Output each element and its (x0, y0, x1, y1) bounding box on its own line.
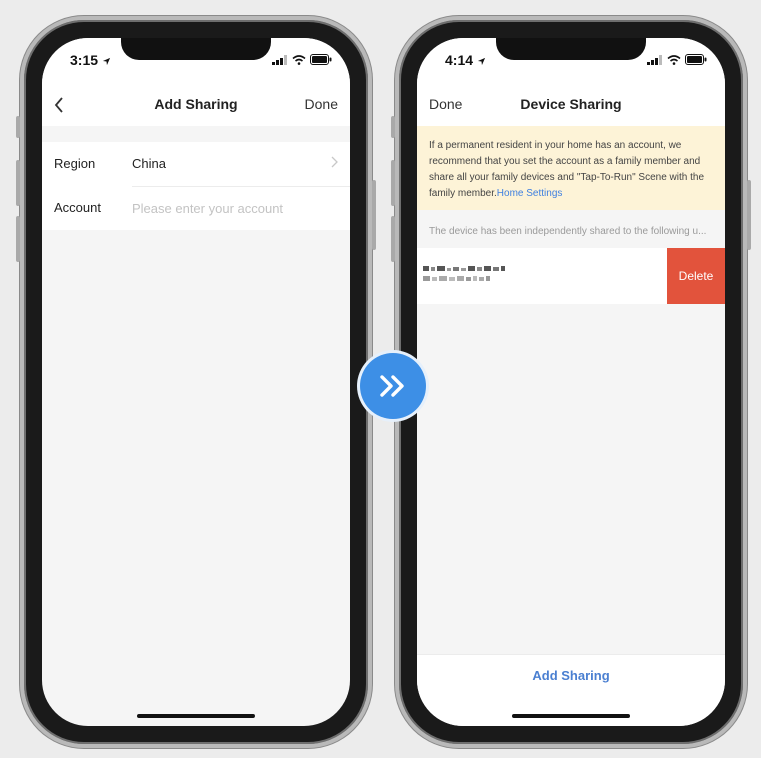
notice-text: If a permanent resident in your home has… (429, 140, 705, 199)
volume-down-button (391, 216, 395, 262)
volume-down-button (16, 216, 20, 262)
status-icons (647, 52, 707, 70)
wifi-icon (667, 52, 681, 70)
double-chevron-right-icon (360, 353, 426, 419)
status-icons (272, 52, 332, 70)
region-label: Region (54, 156, 96, 171)
region-row[interactable]: Region China (42, 142, 350, 186)
region-value: China (132, 156, 166, 171)
wifi-icon (292, 52, 306, 70)
signal-icon (647, 52, 663, 70)
power-button (747, 180, 751, 250)
account-label: Account (54, 200, 101, 215)
sharing-form: Region China Account (42, 142, 350, 230)
add-sharing-button[interactable]: Add Sharing (417, 668, 725, 683)
chevron-right-icon (331, 155, 338, 173)
battery-icon (310, 52, 332, 70)
page-title: Device Sharing (520, 96, 622, 112)
family-member-notice: If a permanent resident in your home has… (417, 126, 725, 210)
volume-up-button (391, 160, 395, 206)
volume-up-button (16, 160, 20, 206)
home-indicator (512, 714, 630, 718)
done-button[interactable]: Done (305, 96, 338, 112)
nav-bar: Done Device Sharing (417, 84, 725, 126)
notch (121, 38, 271, 60)
power-button (372, 180, 376, 250)
account-input[interactable] (132, 196, 350, 220)
location-arrow-icon (102, 53, 111, 71)
mute-switch (16, 116, 20, 138)
mute-switch (391, 116, 395, 138)
home-settings-link[interactable]: Home Settings (497, 188, 563, 199)
phone-frame-left: 3:15 Add Sharing Done Region China Accou… (16, 16, 376, 748)
screen-device-sharing: 4:14 Done Device Sharing If a permanent … (417, 38, 725, 726)
phone-frame-right: 4:14 Done Device Sharing If a permanent … (391, 16, 751, 748)
battery-icon (685, 52, 707, 70)
shared-user-row[interactable]: Delete (417, 248, 725, 304)
notch (496, 38, 646, 60)
home-indicator (137, 714, 255, 718)
nav-bar: Add Sharing Done (42, 84, 350, 126)
location-arrow-icon (477, 53, 486, 71)
signal-icon (272, 52, 288, 70)
account-row: Account (42, 186, 350, 230)
screen-add-sharing: 3:15 Add Sharing Done Region China Accou… (42, 38, 350, 726)
status-time: 3:15 (70, 52, 99, 68)
shared-users-caption: The device has been independently shared… (429, 226, 707, 237)
delete-button[interactable]: Delete (667, 248, 725, 304)
status-time: 4:14 (445, 52, 474, 68)
